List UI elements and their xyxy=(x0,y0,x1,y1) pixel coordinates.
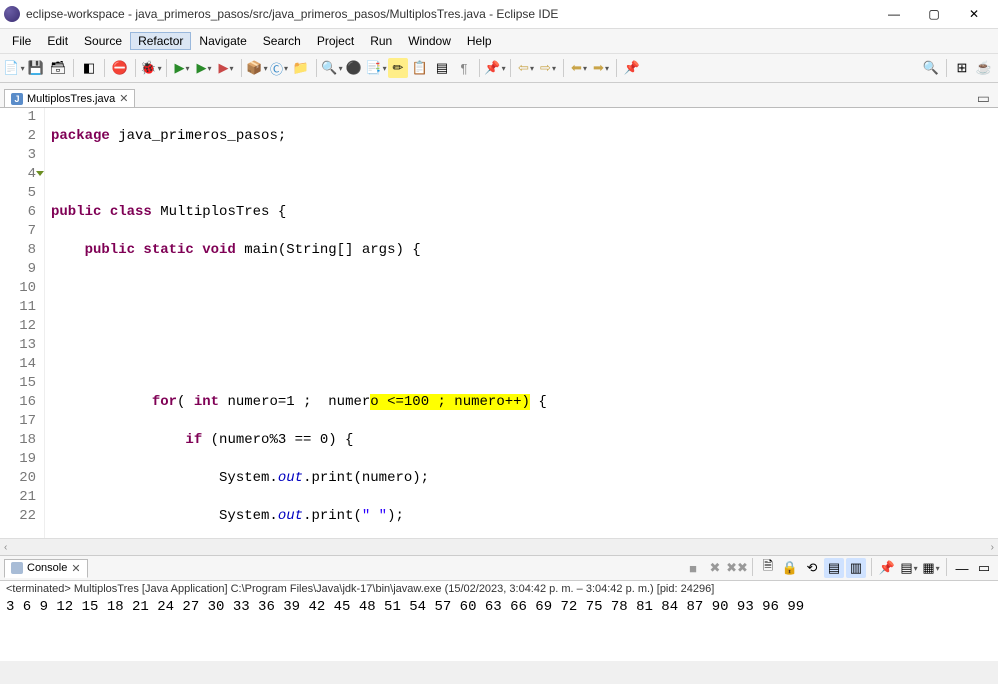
highlighted-code: o <=100 ; numero++) xyxy=(370,394,530,410)
highlighter-button[interactable]: ✏ xyxy=(388,58,408,78)
maximize-view-button[interactable]: ▭ xyxy=(974,558,994,578)
annotation-button[interactable]: 📋 xyxy=(410,58,430,78)
whitespace-button[interactable]: ¶ xyxy=(454,58,474,78)
close-console-icon[interactable]: ✕ xyxy=(71,562,80,575)
menu-source[interactable]: Source xyxy=(76,32,130,50)
separator xyxy=(752,558,753,576)
menu-file[interactable]: File xyxy=(4,32,39,50)
toggle-mark-button[interactable]: ⚫ xyxy=(344,58,364,78)
console-icon xyxy=(11,562,23,574)
pin-button[interactable]: 📌 xyxy=(485,58,505,78)
remove-all-button[interactable]: ✖✖ xyxy=(727,558,747,578)
separator xyxy=(946,59,947,77)
window-title: eclipse-workspace - java_primeros_pasos/… xyxy=(26,7,874,21)
separator xyxy=(479,59,480,77)
java-perspective-button[interactable]: ☕ xyxy=(974,58,994,78)
new-class-button[interactable]: Ⓒ xyxy=(269,58,289,78)
zoom-button[interactable]: 🔍 xyxy=(921,58,941,78)
debug-button[interactable]: 🐞 xyxy=(141,58,161,78)
prev-edit-button[interactable]: ⇦ xyxy=(516,58,536,78)
menu-project[interactable]: Project xyxy=(309,32,362,50)
separator xyxy=(563,59,564,77)
menu-refactor[interactable]: Refactor xyxy=(130,32,191,50)
save-button[interactable]: 💾 xyxy=(26,58,46,78)
separator xyxy=(616,59,617,77)
title-bar: eclipse-workspace - java_primeros_pasos/… xyxy=(0,0,998,29)
menu-help[interactable]: Help xyxy=(459,32,500,50)
coverage-button[interactable]: ▶ xyxy=(194,58,214,78)
separator xyxy=(871,558,872,576)
separator xyxy=(135,59,136,77)
wrap-button[interactable]: ▤ xyxy=(432,58,452,78)
separator xyxy=(73,59,74,77)
menu-window[interactable]: Window xyxy=(400,32,459,50)
skip-breakpoints-button[interactable]: ⛔ xyxy=(110,58,130,78)
forward-button[interactable]: ➡ xyxy=(591,58,611,78)
editor-tab-multiplostres[interactable]: J MultiplosTres.java ✕ xyxy=(4,89,135,107)
search-button[interactable]: 🔍 xyxy=(322,58,342,78)
clear-console-button[interactable]: 🗎 xyxy=(758,558,778,578)
terminate-button[interactable]: ■ xyxy=(683,558,703,578)
separator xyxy=(946,558,947,576)
eclipse-logo-icon xyxy=(4,6,20,22)
close-tab-icon[interactable]: ✕ xyxy=(119,92,128,105)
open-perspective-button[interactable]: ⊞ xyxy=(952,58,972,78)
close-button[interactable]: ✕ xyxy=(954,0,994,28)
ext-tools-button[interactable]: ▶ xyxy=(216,58,236,78)
minimize-button[interactable]: — xyxy=(874,0,914,28)
separator xyxy=(241,59,242,77)
menu-edit[interactable]: Edit xyxy=(39,32,76,50)
console-output[interactable]: 3 6 9 12 15 18 21 24 27 30 33 36 39 42 4… xyxy=(0,597,998,661)
new-button[interactable]: 📄 xyxy=(4,58,24,78)
open-console-button[interactable]: ▦ xyxy=(921,558,941,578)
code-area[interactable]: package java_primeros_pasos; public clas… xyxy=(45,108,998,538)
scroll-lock-button[interactable]: 🔒 xyxy=(780,558,800,578)
separator xyxy=(104,59,105,77)
show-on-output-button[interactable]: ▥ xyxy=(846,558,866,578)
next-edit-button[interactable]: ⇨ xyxy=(538,58,558,78)
console-status: <terminated> MultiplosTres [Java Applica… xyxy=(0,581,998,597)
scroll-right-icon[interactable]: › xyxy=(991,542,994,553)
toggle-button[interactable]: ◧ xyxy=(79,58,99,78)
restore-view-icon[interactable]: ▭ xyxy=(977,90,990,107)
bookmark-button[interactable]: 📑 xyxy=(366,58,386,78)
console-tab[interactable]: Console ✕ xyxy=(4,559,88,578)
remove-launch-button[interactable]: ✖ xyxy=(705,558,725,578)
maximize-button[interactable]: ▢ xyxy=(914,0,954,28)
editor-tab-label: MultiplosTres.java xyxy=(27,93,115,105)
show-console-button[interactable]: ▤ xyxy=(824,558,844,578)
menu-run[interactable]: Run xyxy=(362,32,400,50)
menu-navigate[interactable]: Navigate xyxy=(191,32,254,50)
code-editor[interactable]: 1 2 3 4 5 6 7 8 9 10 11 12 13 14 15 16 1… xyxy=(0,107,998,538)
line-number-gutter: 1 2 3 4 5 6 7 8 9 10 11 12 13 14 15 16 1… xyxy=(0,108,45,538)
console-header: Console ✕ ■ ✖ ✖✖ 🗎 🔒 ⟲ ▤ ▥ 📌 ▤ ▦ — ▭ xyxy=(0,555,998,581)
pin-console-button[interactable]: 📌 xyxy=(877,558,897,578)
editor-horizontal-scrollbar[interactable]: ‹ › xyxy=(0,538,998,555)
minimize-view-button[interactable]: — xyxy=(952,558,972,578)
display-selected-console-button[interactable]: ▤ xyxy=(899,558,919,578)
word-wrap-button[interactable]: ⟲ xyxy=(802,558,822,578)
editor-tabs: J MultiplosTres.java ✕ ▭ xyxy=(0,83,998,107)
open-type-button[interactable]: 📁 xyxy=(291,58,311,78)
pin-editor-button[interactable]: 📌 xyxy=(622,58,642,78)
separator xyxy=(166,59,167,77)
separator xyxy=(316,59,317,77)
save-all-button[interactable]: 🗃 xyxy=(48,58,68,78)
run-button[interactable]: ▶ xyxy=(172,58,192,78)
console-label: Console xyxy=(27,562,67,574)
scroll-left-icon[interactable]: ‹ xyxy=(4,542,7,553)
back-button[interactable]: ⬅ xyxy=(569,58,589,78)
menu-bar: File Edit Source Refactor Navigate Searc… xyxy=(0,29,998,54)
separator xyxy=(510,59,511,77)
toolbar: 📄 💾 🗃 ◧ ⛔ 🐞 ▶ ▶ ▶ 📦 Ⓒ 📁 🔍 ⚫ 📑 ✏ 📋 ▤ ¶ 📌 … xyxy=(0,54,998,83)
java-file-icon: J xyxy=(11,93,23,105)
menu-search[interactable]: Search xyxy=(255,32,309,50)
new-package-button[interactable]: 📦 xyxy=(247,58,267,78)
